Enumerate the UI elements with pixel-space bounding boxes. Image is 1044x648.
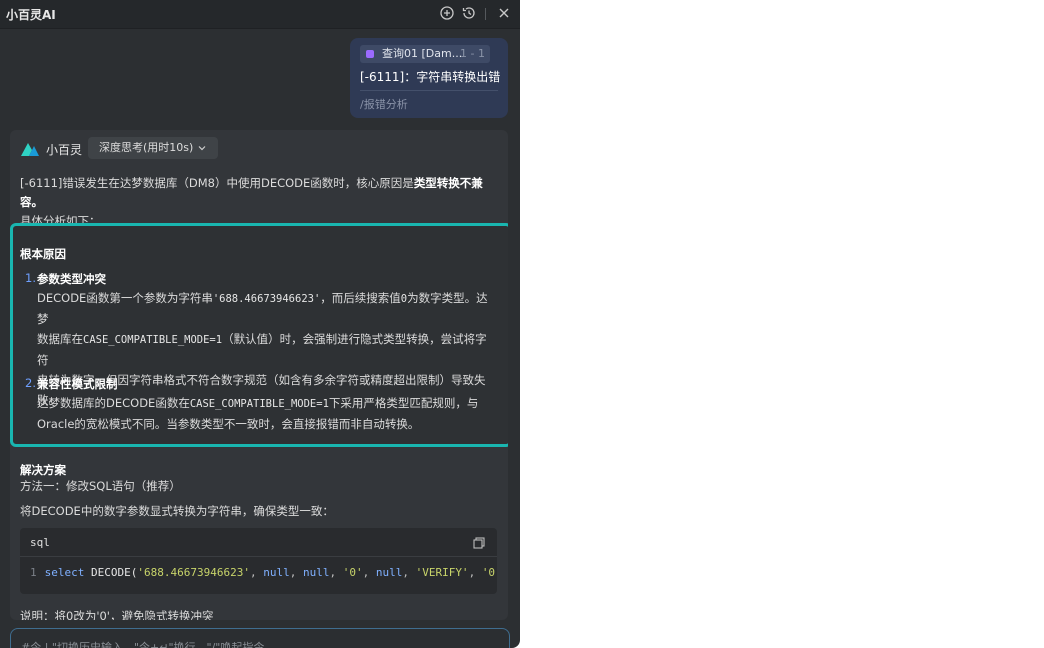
deep-think-label: 深度思考(用时10s)	[99, 141, 194, 154]
code-line: 1 select DECODE('688.46673946623', null, …	[30, 566, 497, 579]
user-message-bubble: 查询01 [Dam... 1 - 1 [-6111]：字符串转换出错 /报错分析	[350, 38, 508, 118]
ai-name: 小百灵	[46, 143, 83, 157]
code-token-null: null	[263, 566, 290, 579]
new-chat-icon[interactable]	[439, 5, 455, 21]
root-cause-heading: 根本原因	[20, 247, 66, 261]
code-token-keyword: select	[44, 566, 85, 579]
item2-text: Oracle的宽松模式不同。当参数类型不一致时，会直接报错而非自动转换。	[37, 417, 420, 431]
item2-text: 下采用严格类型匹配规则，与	[328, 396, 479, 410]
code-token-punct: ,	[362, 566, 376, 579]
title-bar: 小百灵AI	[0, 0, 520, 29]
item-body-2: 达梦数据库的DECODE函数在CASE_COMPATIBLE_MODE=1下采用…	[37, 393, 497, 434]
query-reference-range: 1 - 1	[460, 47, 485, 60]
method-1-description: 将DECODE中的数字参数显式转换为字符串，确保类型一致：	[20, 504, 334, 518]
item-title-2: 兼容性模式限制	[37, 377, 118, 391]
chat-input-placeholder: #今 | "切换历史输入，"今+↵"换行，"/"唤起指令	[21, 641, 265, 648]
code-token-string: '0'	[342, 566, 363, 579]
method-1-label: 方法一：修改SQL语句（推荐）	[20, 479, 181, 493]
item-title-1: 参数类型冲突	[37, 272, 106, 286]
intro-text: [-6111]错误发生在达梦数据库（DM8）中使用DECODE函数时，核心原因是	[20, 176, 414, 190]
item1-text: ，而后续搜索值	[320, 291, 401, 305]
user-command-label: /报错分析	[360, 98, 408, 111]
code-token-punct: ,	[402, 566, 416, 579]
title-bar-separator	[485, 8, 486, 20]
code-token-string: '688.46673946623'	[137, 566, 250, 579]
code-token-punct: ,	[329, 566, 343, 579]
item-number-2: 2.	[25, 376, 36, 390]
item1-text: DECODE函数第一个参数为字符串	[37, 291, 213, 305]
user-message-text: [-6111]：字符串转换出错	[360, 70, 501, 84]
query-reference-chip[interactable]: 查询01 [Dam... 1 - 1	[360, 45, 490, 63]
chat-input[interactable]: #今 | "切换历史输入，"今+↵"换行，"/"唤起指令	[10, 628, 510, 648]
item2-text: 达梦数据库的DECODE函数在	[37, 396, 190, 410]
copy-icon[interactable]	[473, 537, 485, 549]
code-token-punct: ,	[468, 566, 482, 579]
history-icon[interactable]	[461, 5, 477, 21]
code-header-divider	[20, 556, 497, 557]
inline-code: CASE_COMPATIBLE_MODE=1	[189, 398, 329, 410]
app-title: 小百灵AI	[6, 8, 56, 22]
code-token-string: '0'	[481, 566, 497, 579]
code-token-punct: ,	[289, 566, 303, 579]
code-token-null: null	[302, 566, 330, 579]
inline-code: CASE_COMPATIBLE_MODE=1	[83, 334, 223, 346]
code-language-label: sql	[30, 536, 50, 549]
code-token-function: DECODE(	[91, 566, 138, 579]
code-token-string: 'VERIFY'	[415, 566, 469, 579]
xiaobailing-logo-icon	[21, 143, 39, 156]
chevron-down-icon	[198, 146, 206, 151]
code-block: sql 1 select DECODE('688.46673946623', nu…	[20, 528, 497, 594]
query-reference-name: 查询01 [Dam...	[382, 47, 463, 60]
code-token-punct: ,	[249, 566, 264, 579]
ai-response-card: 小百灵 深度思考(用时10s) [-6111]错误发生在达梦数据库（DM8）中使…	[10, 130, 508, 620]
solution-note: 说明：将0改为'0'，避免隐式转换冲突	[20, 609, 214, 620]
query-tab-icon	[366, 50, 374, 58]
solution-heading: 解决方案	[20, 463, 66, 477]
close-icon[interactable]	[496, 5, 512, 21]
deep-think-toggle[interactable]: 深度思考(用时10s)	[88, 137, 218, 159]
root-cause-highlight-box: 根本原因 1. 参数类型冲突 DECODE函数第一个参数为字符串'688.466…	[10, 223, 508, 447]
item-number-1: 1.	[25, 271, 36, 285]
user-message-divider	[360, 90, 498, 91]
code-token-null: null	[375, 566, 403, 579]
inline-code: '688.46673946623'	[212, 293, 321, 305]
ai-assistant-panel: 小百灵AI 查询01 [Dam... 1 - 1 [-6111]：字符串转换出错…	[0, 0, 520, 648]
item1-text: 数据库在	[37, 332, 83, 346]
line-number: 1	[30, 566, 37, 579]
